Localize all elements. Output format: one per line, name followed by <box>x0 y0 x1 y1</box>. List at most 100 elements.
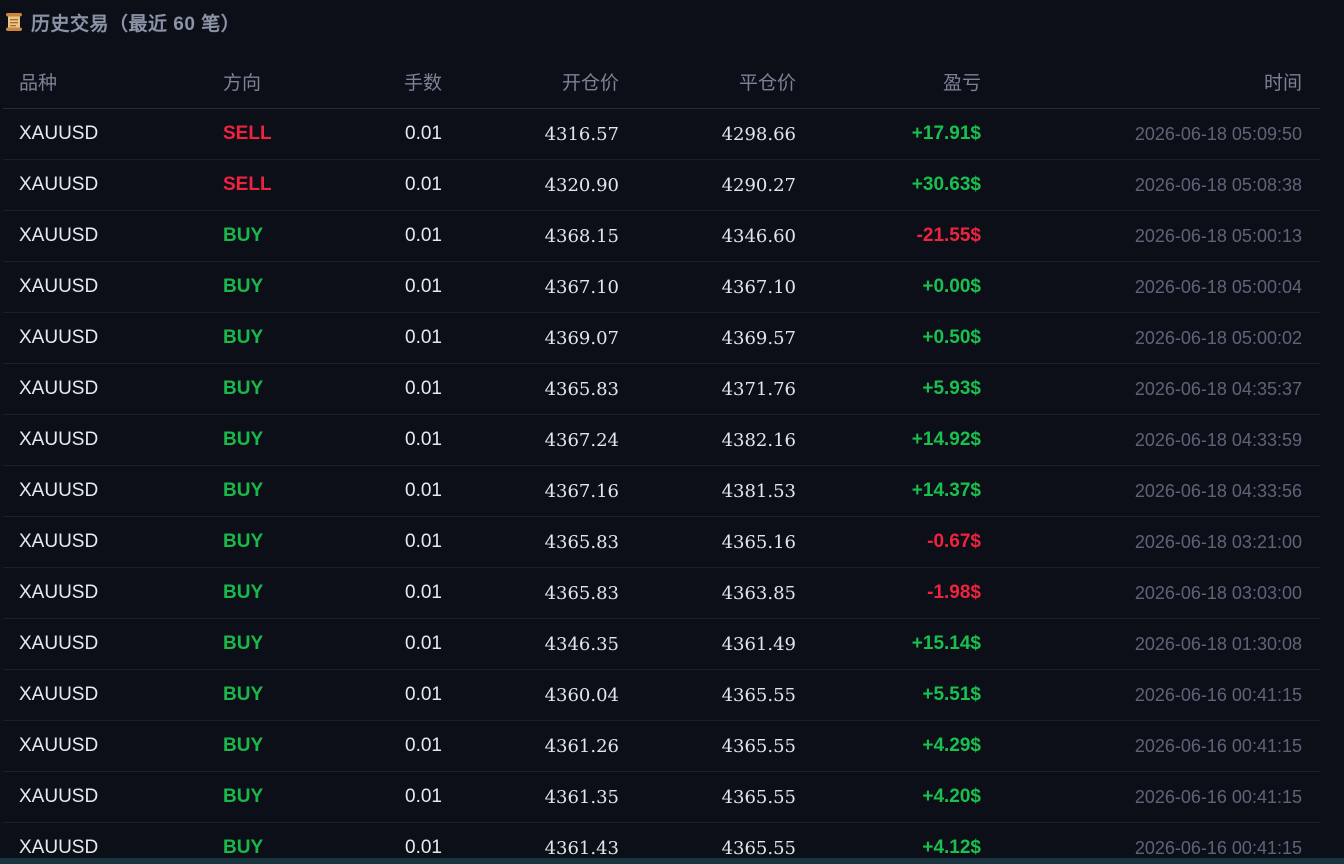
table-row[interactable]: XAUUSD BUY 0.01 4361.26 4365.55 +4.29$ 2026-06… <box>3 720 1320 772</box>
cell-time: 2026-06-18 05:00:13 <box>981 210 1320 262</box>
cell-symbol: XAUUSD <box>3 771 223 823</box>
cell-pnl: -0.67$ <box>796 516 981 568</box>
direction-badge: BUY <box>223 582 264 603</box>
cell-lots: 0.01 <box>362 261 442 313</box>
table-row[interactable]: XAUUSD BUY 0.01 4367.16 4381.53 +14.37$ 2026-0… <box>3 465 1320 517</box>
cell-pnl: +14.92$ <box>796 414 981 466</box>
table-row[interactable]: XAUUSD BUY 0.01 4361.35 4365.55 +4.20$ 2026-06… <box>3 771 1320 823</box>
table-row[interactable]: XAUUSD BUY 0.01 4367.24 4382.16 +14.92$ 2026-0… <box>3 414 1320 466</box>
column-header-time[interactable]: 时间 <box>981 54 1320 109</box>
cell-time: 2026-06-18 05:09:50 <box>981 108 1320 160</box>
cell-direction: SELL <box>223 108 362 160</box>
cell-direction: BUY <box>223 669 362 721</box>
table-row[interactable]: XAUUSD BUY 0.01 4365.83 4365.16 -0.67$ 2026-06… <box>3 516 1320 568</box>
cell-direction: BUY <box>223 720 362 772</box>
direction-badge: BUY <box>223 378 264 399</box>
cell-close-price: 4346.60 <box>619 210 796 262</box>
cell-symbol: XAUUSD <box>3 516 223 568</box>
cell-direction: BUY <box>223 567 362 619</box>
cell-open-price: 4360.04 <box>442 669 619 721</box>
pnl-value: +14.37$ <box>911 480 981 501</box>
column-header-symbol[interactable]: 品种 <box>3 54 223 109</box>
column-header-direction[interactable]: 方向 <box>223 54 362 109</box>
cell-symbol: XAUUSD <box>3 312 223 364</box>
cell-symbol: XAUUSD <box>3 669 223 721</box>
cell-pnl: +5.51$ <box>796 669 981 721</box>
cell-symbol: XAUUSD <box>3 618 223 670</box>
cell-symbol: XAUUSD <box>3 465 223 517</box>
cell-lots: 0.01 <box>362 669 442 721</box>
cell-open-price: 4367.16 <box>442 465 619 517</box>
cell-direction: BUY <box>223 414 362 466</box>
pnl-value: +30.63$ <box>911 174 981 195</box>
cell-open-price: 4361.26 <box>442 720 619 772</box>
cell-symbol: XAUUSD <box>3 363 223 415</box>
table-row[interactable]: XAUUSD BUY 0.01 4369.07 4369.57 +0.50$ 2026-06… <box>3 312 1320 364</box>
pnl-value: +5.93$ <box>922 378 981 399</box>
direction-badge: BUY <box>223 327 264 348</box>
table-row[interactable]: XAUUSD SELL 0.01 4316.57 4298.66 +17.91$ 2026-… <box>3 108 1320 160</box>
trade-history-table: 品种 方向 手数 开仓价 平仓价 盈亏 时间 XAUUSD SELL 0.01 431… <box>3 54 1320 864</box>
pnl-value: -0.67$ <box>927 531 981 552</box>
cell-direction: SELL <box>223 159 362 211</box>
cell-direction: BUY <box>223 618 362 670</box>
direction-badge: BUY <box>223 735 264 756</box>
cell-open-price: 4346.35 <box>442 618 619 670</box>
cell-pnl: +0.50$ <box>796 312 981 364</box>
cell-time: 2026-06-18 04:33:59 <box>981 414 1320 466</box>
table-row[interactable]: XAUUSD SELL 0.01 4320.90 4290.27 +30.63$ 2026-… <box>3 159 1320 211</box>
trade-history-panel: 历史交易（最近 60 笔） 品种 方向 手数 开仓价 平仓价 盈亏 时间 XAU… <box>0 0 1344 864</box>
cell-pnl: +4.20$ <box>796 771 981 823</box>
pnl-value: -1.98$ <box>927 582 981 603</box>
cell-pnl: +30.63$ <box>796 159 981 211</box>
table-row[interactable]: XAUUSD BUY 0.01 4367.10 4367.10 +0.00$ 2026-06… <box>3 261 1320 313</box>
cell-time: 2026-06-18 04:35:37 <box>981 363 1320 415</box>
table-row[interactable]: XAUUSD BUY 0.01 4346.35 4361.49 +15.14$ 2026-0… <box>3 618 1320 670</box>
cell-direction: BUY <box>223 516 362 568</box>
column-header-open-price[interactable]: 开仓价 <box>442 54 619 109</box>
scroll-icon <box>5 12 23 32</box>
cell-time: 2026-06-18 05:08:38 <box>981 159 1320 211</box>
cell-lots: 0.01 <box>362 159 442 211</box>
column-header-pnl[interactable]: 盈亏 <box>796 54 981 109</box>
table-row[interactable]: XAUUSD BUY 0.01 4360.04 4365.55 +5.51$ 2026-06… <box>3 669 1320 721</box>
cell-symbol: XAUUSD <box>3 108 223 160</box>
cell-open-price: 4365.83 <box>442 567 619 619</box>
table-row[interactable]: XAUUSD BUY 0.01 4365.83 4371.76 +5.93$ 2026-06… <box>3 363 1320 415</box>
table-row[interactable]: XAUUSD BUY 0.01 4365.83 4363.85 -1.98$ 2026-06… <box>3 567 1320 619</box>
cell-lots: 0.01 <box>362 414 442 466</box>
cell-lots: 0.01 <box>362 567 442 619</box>
direction-badge: BUY <box>223 633 264 654</box>
pnl-value: +15.14$ <box>911 633 981 654</box>
cell-direction: BUY <box>223 363 362 415</box>
column-header-lots[interactable]: 手数 <box>362 54 442 109</box>
cell-close-price: 4290.27 <box>619 159 796 211</box>
column-header-close-price[interactable]: 平仓价 <box>619 54 796 109</box>
direction-badge: BUY <box>223 480 264 501</box>
panel-title: 历史交易（最近 60 笔） <box>31 13 241 35</box>
cell-lots: 0.01 <box>362 516 442 568</box>
table-row[interactable]: XAUUSD BUY 0.01 4368.15 4346.60 -21.55$ 2026-0… <box>3 210 1320 262</box>
cell-pnl: +15.14$ <box>796 618 981 670</box>
pnl-value: +4.12$ <box>922 837 981 858</box>
cell-time: 2026-06-16 00:41:15 <box>981 669 1320 721</box>
pnl-value: +14.92$ <box>911 429 981 450</box>
direction-badge: BUY <box>223 531 264 552</box>
direction-badge: BUY <box>223 837 264 858</box>
cell-open-price: 4365.83 <box>442 363 619 415</box>
direction-badge: BUY <box>223 276 264 297</box>
cell-time: 2026-06-16 00:41:15 <box>981 771 1320 823</box>
cell-close-price: 4371.76 <box>619 363 796 415</box>
cell-symbol: XAUUSD <box>3 720 223 772</box>
cell-direction: BUY <box>223 312 362 364</box>
cell-lots: 0.01 <box>362 618 442 670</box>
cell-close-price: 4381.53 <box>619 465 796 517</box>
cell-close-price: 4382.16 <box>619 414 796 466</box>
pnl-value: +4.29$ <box>922 735 981 756</box>
cell-close-price: 4367.10 <box>619 261 796 313</box>
cell-close-price: 4361.49 <box>619 618 796 670</box>
horizontal-scrollbar[interactable] <box>0 858 1344 864</box>
cell-symbol: XAUUSD <box>3 159 223 211</box>
cell-symbol: XAUUSD <box>3 210 223 262</box>
table-header-row: 品种 方向 手数 开仓价 平仓价 盈亏 时间 <box>3 54 1320 109</box>
